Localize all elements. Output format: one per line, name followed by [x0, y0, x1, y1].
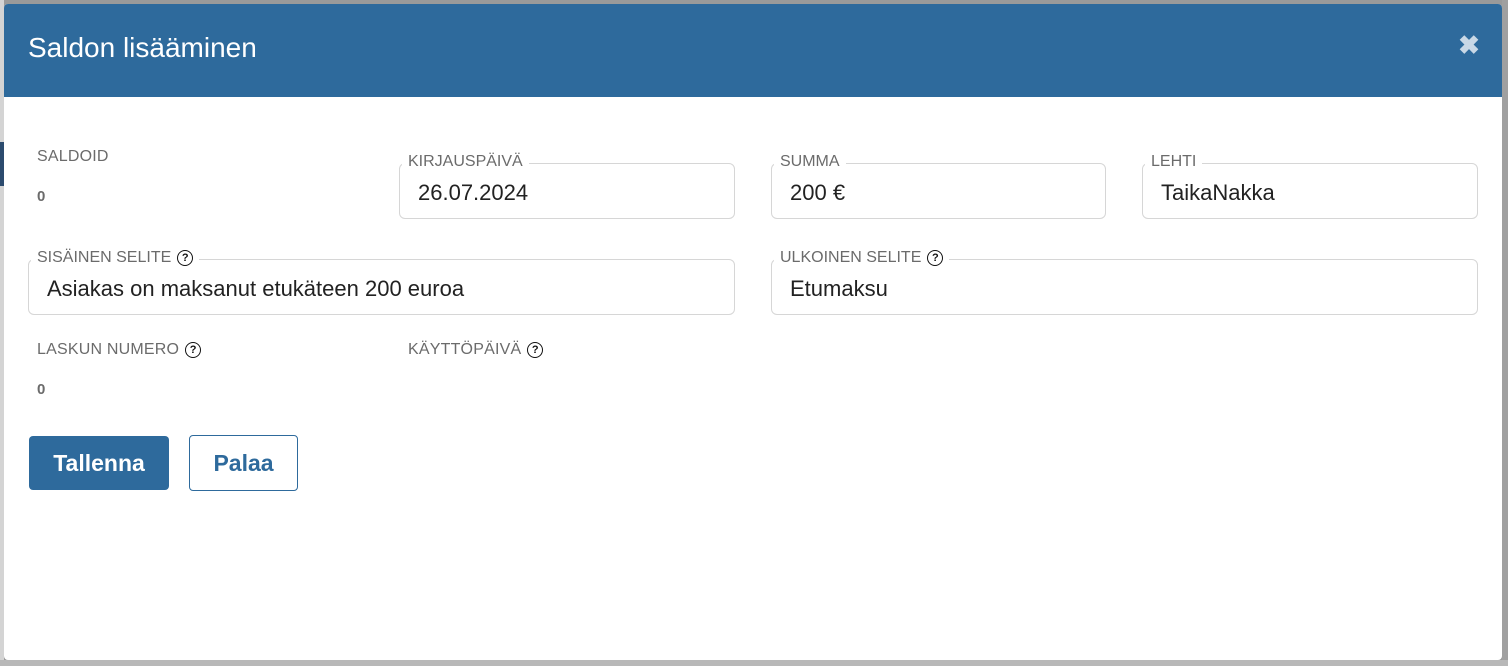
kirjauspaiva-value: 26.07.2024 [418, 180, 529, 205]
dialog-header: Saldon lisääminen ✖ [4, 4, 1502, 97]
lehti-input[interactable]: LEHTI TaikaNakka [1142, 152, 1478, 219]
question-icon[interactable]: ? [527, 342, 544, 358]
saldoid-value: 0 [37, 188, 46, 205]
question-icon[interactable]: ? [927, 250, 944, 266]
laskun-numero-value: 0 [37, 381, 46, 398]
summa-label: SUMMA [774, 152, 846, 172]
saldoid-label: SALDOID [37, 148, 109, 165]
sisainen-selite-value: Asiakas on maksanut etukäteen 200 euroa [47, 276, 465, 301]
question-icon[interactable]: ? [185, 342, 202, 358]
kayttopaiva-field: KÄYTTÖPÄIVÄ ? [408, 341, 748, 411]
background-page-edge-right [1502, 0, 1508, 666]
question-icon[interactable]: ? [177, 250, 194, 266]
kirjauspaiva-label: KIRJAUSPÄIVÄ [402, 152, 529, 172]
summa-input[interactable]: SUMMA 200 € [771, 152, 1106, 219]
back-button[interactable]: Palaa [189, 435, 298, 491]
sisainen-selite-label: SISÄINEN SELITE ? [31, 248, 200, 268]
kirjauspaiva-input[interactable]: KIRJAUSPÄIVÄ 26.07.2024 [399, 152, 735, 219]
kayttopaiva-label: KÄYTTÖPÄIVÄ ? [408, 341, 544, 359]
add-balance-dialog: Saldon lisääminen ✖ SALDOID 0 KIRJAUSPÄI… [4, 4, 1502, 660]
ulkoinen-selite-input[interactable]: ULKOINEN SELITE ? Etumaksu [771, 248, 1478, 315]
dialog-title: Saldon lisääminen [28, 32, 257, 63]
close-icon[interactable]: ✖ [1458, 32, 1480, 58]
lehti-value: TaikaNakka [1161, 180, 1275, 205]
ulkoinen-selite-label: ULKOINEN SELITE ? [774, 248, 950, 268]
laskun-numero-field: LASKUN NUMERO ? 0 [37, 341, 377, 411]
saldoid-field: SALDOID 0 [37, 148, 377, 218]
laskun-numero-label: LASKUN NUMERO ? [37, 341, 202, 359]
ulkoinen-selite-value: Etumaksu [790, 276, 888, 301]
lehti-label: LEHTI [1145, 152, 1203, 172]
background-page-edge-bottom [0, 660, 1508, 666]
sisainen-selite-input[interactable]: SISÄINEN SELITE ? Asiakas on maksanut et… [28, 248, 735, 315]
save-button[interactable]: Tallenna [29, 436, 169, 490]
summa-value: 200 € [790, 180, 846, 205]
